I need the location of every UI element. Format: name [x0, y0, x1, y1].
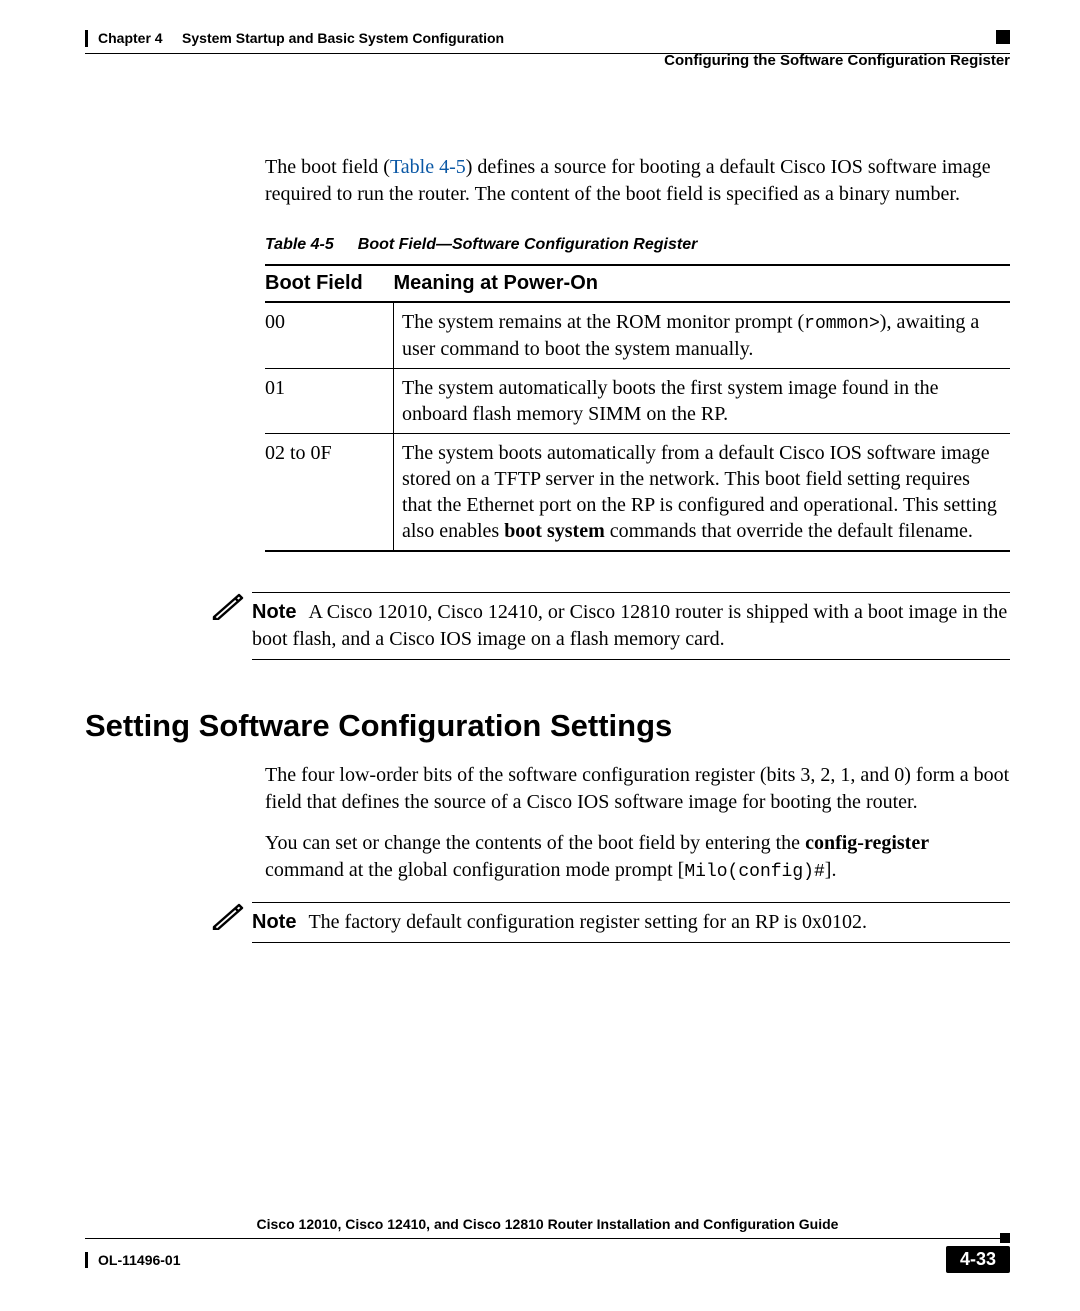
- footer-doc-id: OL-11496-01: [85, 1252, 181, 1268]
- footer-guide-title: Cisco 12010, Cisco 12410, and Cisco 1281…: [85, 1216, 1010, 1232]
- note-block: NoteA Cisco 12010, Cisco 12410, or Cisco…: [204, 592, 1010, 660]
- footer-marker-icon: [1000, 1233, 1010, 1243]
- chapter-title: System Startup and Basic System Configur…: [182, 30, 504, 46]
- note-text: The factory default configuration regist…: [308, 911, 867, 933]
- note-body: Note The factory default configuration re…: [252, 902, 1010, 943]
- section-heading: Setting Software Configuration Settings: [85, 708, 1010, 744]
- table-row: 02 to 0F The system boots automatically …: [265, 434, 1010, 552]
- header-corner-icon: [996, 30, 1010, 44]
- footer-page-number: 4-33: [946, 1246, 1010, 1273]
- chapter-label: Chapter 4: [98, 30, 163, 46]
- cell-meaning: The system remains at the ROM monitor pr…: [394, 302, 1011, 369]
- mono-text: Milo(config)#: [684, 862, 824, 882]
- th-boot-field: Boot Field: [265, 265, 394, 302]
- table-link[interactable]: Table 4-5: [390, 156, 466, 178]
- bold-text: config-register: [805, 832, 929, 854]
- pencil-icon: [204, 902, 252, 936]
- note-body: NoteA Cisco 12010, Cisco 12410, or Cisco…: [252, 592, 1010, 660]
- page-header: Chapter 4 System Startup and Basic Syste…: [85, 30, 1010, 47]
- table-row: 00 The system remains at the ROM monitor…: [265, 302, 1010, 369]
- cell-field: 02 to 0F: [265, 434, 394, 552]
- note-text: A Cisco 12010, Cisco 12410, or Cisco 128…: [252, 601, 1007, 650]
- note-label: Note: [252, 601, 296, 623]
- sec-para-2: You can set or change the contents of th…: [265, 830, 1010, 884]
- table-caption-text: Boot Field—Software Configuration Regist…: [358, 236, 698, 253]
- footer-rule: [85, 1238, 1010, 1239]
- sec-para-1: The four low-order bits of the software …: [265, 762, 1010, 816]
- cell-meaning: The system automatically boots the first…: [394, 369, 1011, 434]
- table-row: 01 The system automatically boots the fi…: [265, 369, 1010, 434]
- note-block: Note The factory default configuration re…: [204, 902, 1010, 943]
- bold-text: boot system: [504, 520, 605, 542]
- note-label: Note: [252, 911, 296, 933]
- header-right: Configuring the Software Configuration R…: [664, 52, 1010, 69]
- intro-pre: The boot field (: [265, 156, 390, 178]
- page-footer: Cisco 12010, Cisco 12410, and Cisco 1281…: [85, 1216, 1010, 1273]
- cell-meaning: The system boots automatically from a de…: [394, 434, 1011, 552]
- mono-text: rommon>: [804, 314, 880, 334]
- table-number: Table 4-5: [265, 236, 334, 253]
- boot-field-table: Boot Field Meaning at Power-On 00 The sy…: [265, 264, 1010, 552]
- header-left: Chapter 4 System Startup and Basic Syste…: [85, 30, 504, 47]
- cell-field: 00: [265, 302, 394, 369]
- intro-paragraph: The boot field (Table 4-5) defines a sou…: [265, 154, 1010, 208]
- pencil-icon: [204, 592, 252, 626]
- th-meaning: Meaning at Power-On: [394, 265, 1011, 302]
- table-caption: Table 4-5 Boot Field—Software Configurati…: [265, 236, 1010, 254]
- cell-field: 01: [265, 369, 394, 434]
